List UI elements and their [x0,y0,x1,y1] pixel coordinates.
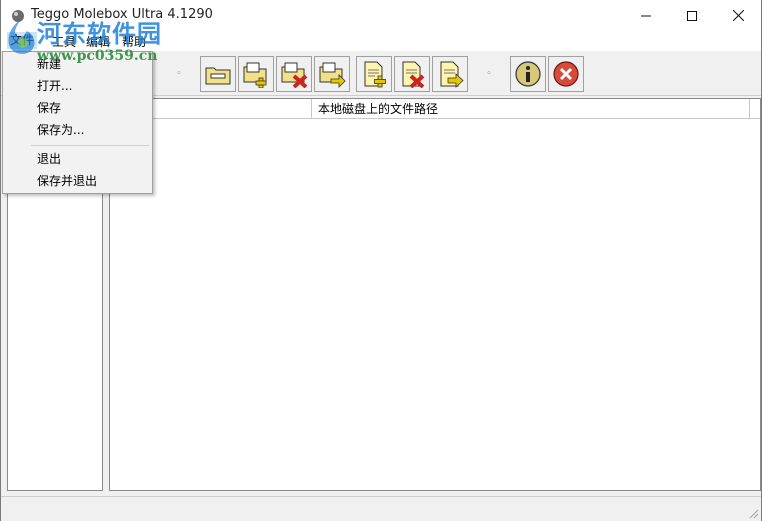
add-file-button[interactable] [356,56,392,92]
add-folder-icon [243,62,267,88]
column-header-local-path[interactable]: 本地磁盘上的文件路径 [312,99,750,119]
menu-separator [31,145,149,146]
close-button[interactable] [715,0,761,31]
watermark-logo-icon [8,19,35,54]
column-header-filler [750,99,760,119]
open-folder-icon [205,67,231,85]
add-folder-button[interactable] [238,56,274,92]
remove-folder-icon [281,62,308,88]
remove-folder-button[interactable] [276,56,312,92]
close-icon [732,10,744,21]
info-icon [515,61,541,87]
toolbar-separator: ◦ [176,69,182,79]
minimize-icon [641,15,651,16]
export-folder-icon [319,62,346,88]
file-list-panel[interactable]: 本地磁盘上的文件路径 [109,98,761,491]
status-bar [1,496,761,521]
watermark-url: www.pc0359.cn [37,48,158,64]
maximize-button[interactable] [669,0,715,31]
file-menu-dropdown: 新建 打开... 保存 保存为... 退出 保存并退出 [2,51,153,194]
menu-item-save-as[interactable]: 保存为... [3,119,152,141]
open-folder-button[interactable] [200,56,236,92]
app-window: Teggo Molebox Ultra 4.1290 文件 工具 编辑 帮助 ◦ [0,0,762,521]
exit-icon [553,61,579,87]
export-folder-button[interactable] [314,56,350,92]
menu-item-open[interactable]: 打开... [3,75,152,97]
info-button[interactable] [510,56,546,92]
export-file-icon [440,61,464,88]
add-file-icon [364,61,386,88]
menu-item-save-and-exit[interactable]: 保存并退出 [3,170,152,192]
toolbar-separator-2: ◦ [486,69,492,79]
export-file-button[interactable] [432,56,468,92]
menu-item-exit[interactable]: 退出 [3,148,152,170]
remove-file-icon [402,61,425,88]
menu-item-save[interactable]: 保存 [3,97,152,119]
resize-grip-icon[interactable] [747,507,759,519]
minimize-button[interactable] [623,0,669,31]
watermark-title: 河东软件园 [37,19,162,48]
maximize-icon [687,10,697,21]
exit-button[interactable] [548,56,584,92]
remove-file-button[interactable] [394,56,430,92]
